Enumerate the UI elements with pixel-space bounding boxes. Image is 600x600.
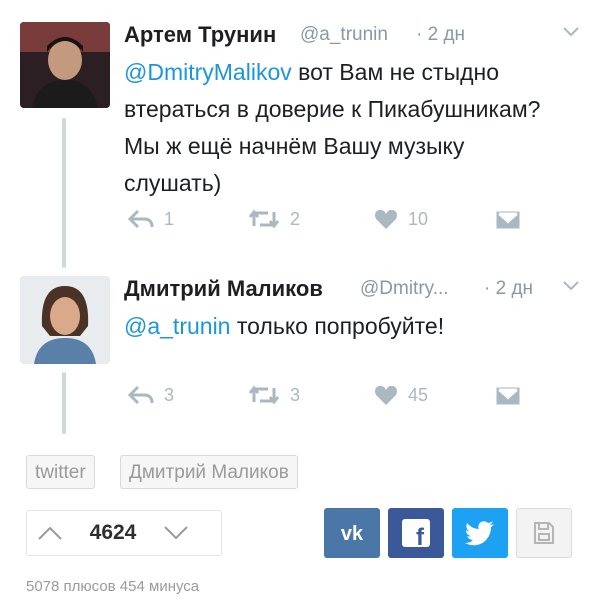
- thread-line: [62, 372, 66, 434]
- share-facebook-button[interactable]: f: [388, 508, 444, 558]
- retweet-count: 2: [290, 208, 301, 229]
- author-name[interactable]: Артем Трунин: [124, 22, 276, 48]
- facebook-icon: f: [402, 519, 430, 548]
- retweet-action[interactable]: 2: [248, 208, 300, 230]
- thread-line: [62, 118, 66, 268]
- avatar[interactable]: [20, 22, 110, 108]
- envelope-icon: [496, 211, 520, 229]
- dm-action[interactable]: [496, 386, 530, 406]
- like-count: 45: [408, 384, 429, 405]
- like-action[interactable]: 45: [374, 384, 428, 406]
- vk-icon: vk: [341, 523, 364, 544]
- chevron-down-icon[interactable]: [562, 22, 580, 43]
- reply-action[interactable]: 1: [128, 208, 174, 230]
- avatar-photo-icon: [20, 276, 110, 364]
- mention-link[interactable]: @a_trunin: [124, 313, 230, 339]
- tweet-time[interactable]: · 2 дн: [484, 278, 533, 300]
- reply-icon: [128, 385, 154, 405]
- twitter-bird-icon: [465, 521, 494, 546]
- rating-stats: 5078 плюсов 454 минуса: [26, 578, 200, 595]
- like-count: 10: [408, 208, 429, 229]
- tweet-time[interactable]: · 2 дн: [416, 24, 465, 46]
- downvote-button[interactable]: [153, 512, 199, 554]
- avatar[interactable]: [20, 276, 110, 364]
- dm-action[interactable]: [496, 210, 530, 230]
- tweet-text: @a_trunin только попробуйте!: [124, 308, 564, 345]
- retweet-icon: [248, 209, 280, 229]
- author-handle[interactable]: @Dmitry...: [360, 278, 449, 300]
- tweet-body: только попробуйте!: [230, 313, 445, 339]
- envelope-icon: [496, 387, 520, 405]
- tag-dmitry-malikov[interactable]: Дмитрий Маликов: [120, 455, 298, 489]
- author-handle[interactable]: @a_trunin: [300, 24, 388, 46]
- chevron-up-icon: [38, 526, 62, 540]
- share-vk-button[interactable]: vk: [324, 508, 380, 558]
- save-button[interactable]: [516, 508, 572, 558]
- retweet-action[interactable]: 3: [248, 384, 300, 406]
- chevron-down-icon: [164, 526, 188, 540]
- retweet-count: 3: [290, 384, 301, 405]
- reply-icon: [128, 209, 154, 229]
- svg-text:vk: vk: [341, 523, 364, 544]
- svg-text:f: f: [416, 524, 425, 548]
- save-icon: [534, 522, 554, 544]
- upvote-button[interactable]: [27, 512, 73, 554]
- author-name[interactable]: Дмитрий Маликов: [124, 276, 323, 302]
- reply-action[interactable]: 3: [128, 384, 174, 406]
- rating-box: 4624: [26, 510, 222, 556]
- tweet-text: @DmitryMalikov вот Вам не стыдно втерать…: [124, 54, 564, 202]
- heart-icon: [375, 385, 397, 405]
- tag-twitter[interactable]: twitter: [26, 455, 95, 489]
- retweet-icon: [248, 385, 280, 405]
- heart-icon: [375, 209, 397, 229]
- share-twitter-button[interactable]: [452, 508, 508, 558]
- chevron-down-icon[interactable]: [562, 276, 580, 297]
- mention-link[interactable]: @DmitryMalikov: [124, 59, 292, 85]
- avatar-photo-icon: [20, 22, 110, 108]
- reply-count: 3: [164, 384, 175, 405]
- rating-score: 4624: [89, 521, 137, 544]
- reply-count: 1: [164, 208, 175, 229]
- like-action[interactable]: 10: [374, 208, 428, 230]
